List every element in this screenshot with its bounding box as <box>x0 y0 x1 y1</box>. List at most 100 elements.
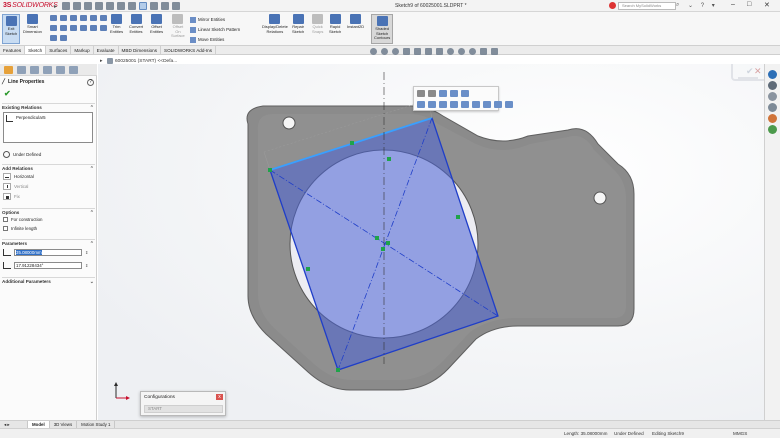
options-header[interactable]: Options ⌃ <box>2 208 95 216</box>
convert-entities-button[interactable]: Convert Entities <box>129 14 143 34</box>
additional-parameters-header[interactable]: Additional Parameters ⌄ <box>2 277 95 285</box>
options-gear-icon[interactable] <box>172 2 180 10</box>
tab-surfaces[interactable]: Surfaces <box>46 46 72 54</box>
polygon-icon[interactable] <box>100 15 107 21</box>
confirm-corner-check-icon[interactable]: ✔ <box>746 66 754 76</box>
view-palette-icon[interactable] <box>768 103 777 112</box>
offset-on-surface-button[interactable]: Offset On Surface <box>171 14 185 39</box>
display-style-icon[interactable] <box>436 48 443 55</box>
rotate-icon[interactable] <box>461 101 469 108</box>
infinite-length-checkbox[interactable] <box>3 226 8 231</box>
print-icon[interactable] <box>106 2 114 10</box>
configuration-manager-tab-icon[interactable] <box>30 66 39 74</box>
edit-appearance-icon[interactable] <box>458 48 465 55</box>
select-icon[interactable] <box>139 2 147 10</box>
construction-geometry-icon[interactable] <box>450 90 458 97</box>
circle-icon[interactable] <box>80 15 87 21</box>
display-delete-relations-button[interactable]: Display/Delete Relations <box>262 14 288 34</box>
point-icon[interactable] <box>80 25 87 31</box>
sketch-point[interactable] <box>350 141 354 145</box>
zoom-to-area-icon[interactable] <box>381 48 388 55</box>
add-relations-header[interactable]: Add Relations ⌃ <box>2 164 95 172</box>
tab-mbd-dimensions[interactable]: MBD Dimensions <box>119 46 162 54</box>
dynamic-annotation-icon[interactable] <box>414 48 421 55</box>
view-orientation-icon[interactable] <box>425 48 432 55</box>
make-horizontal-icon[interactable] <box>417 90 425 97</box>
length-spinner[interactable]: ⇕ <box>85 250 88 255</box>
fillet-icon[interactable] <box>70 25 77 31</box>
tab-solidworks-add-ins[interactable]: SOLIDWORKS Add-Ins <box>161 46 217 54</box>
relation-fix[interactable]: Fix <box>3 193 20 200</box>
feature-manager-tab-icon[interactable] <box>4 66 13 74</box>
parameters-header[interactable]: Parameters ⌃ <box>2 239 95 247</box>
mounting-hole-right[interactable] <box>593 191 607 205</box>
for-construction-option[interactable]: For construction <box>3 217 42 222</box>
tab-sketch[interactable]: Sketch <box>25 46 47 54</box>
more-tabs-icon[interactable] <box>69 66 78 74</box>
relation-horizontal[interactable]: Horizontal <box>3 173 34 180</box>
property-manager-tab-icon[interactable] <box>17 66 26 74</box>
pan-icon[interactable] <box>472 101 480 108</box>
tab-model[interactable]: Model <box>28 421 50 428</box>
zoom-to-fit-icon[interactable] <box>370 48 377 55</box>
sketch-plane-icon[interactable] <box>428 101 436 108</box>
rectangle-icon[interactable] <box>60 15 67 21</box>
rapid-sketch-button[interactable]: Rapid Sketch <box>329 14 341 34</box>
existing-relations-header[interactable]: Existing Relations ⌃ <box>2 103 95 111</box>
tab-3d-views[interactable]: 3D Views <box>50 421 78 428</box>
angle-input[interactable]: 17.91228434° <box>14 262 82 269</box>
text-icon[interactable] <box>100 25 107 31</box>
home-icon[interactable] <box>62 2 70 10</box>
normal-to-icon[interactable] <box>439 101 447 108</box>
isolate-icon[interactable] <box>483 101 491 108</box>
display-manager-tab-icon[interactable] <box>56 66 65 74</box>
chamfer-icon[interactable] <box>60 35 67 41</box>
list-item[interactable]: Perpendicular5 <box>16 115 46 120</box>
arc-icon[interactable] <box>90 15 97 21</box>
angle-spinner[interactable]: ⇕ <box>85 263 88 268</box>
graphics-area[interactable]: ✔ ✕ <box>98 64 764 420</box>
open-icon[interactable] <box>84 2 92 10</box>
tab-motion-study-1[interactable]: Motion Study 1 <box>77 421 116 428</box>
sketch-point[interactable] <box>456 215 460 219</box>
configuration-select[interactable]: START <box>144 405 223 413</box>
dimxpert-manager-tab-icon[interactable] <box>43 66 52 74</box>
new-document-icon[interactable] <box>73 2 81 10</box>
make-vertical-icon[interactable] <box>428 90 436 97</box>
solidworks-resources-icon[interactable] <box>609 2 616 9</box>
spline-icon[interactable] <box>50 25 57 31</box>
solidworks-logo[interactable]: 3SSOLIDWORKS <box>3 2 58 9</box>
move-entities-button[interactable]: Move Entities <box>190 35 240 45</box>
sketch-point[interactable] <box>386 241 390 245</box>
model-viewport[interactable]: ✔ ✕ <box>98 64 764 420</box>
more-icon[interactable] <box>505 101 513 108</box>
ok-check-icon[interactable]: ✔ <box>4 89 11 98</box>
close-configurations-button[interactable]: x <box>216 394 223 400</box>
undo-icon[interactable] <box>117 2 125 10</box>
instant2d-button[interactable]: Instant2D <box>347 14 364 30</box>
tab-markup[interactable]: Markup <box>71 46 94 54</box>
custom-properties-icon[interactable] <box>768 125 777 134</box>
sketch-point[interactable] <box>387 157 391 161</box>
tab-evaluate[interactable]: Evaluate <box>94 46 119 54</box>
mirror-entities-button[interactable]: Mirror Entities <box>190 15 240 25</box>
trim-entities-button[interactable]: Trim Entities <box>110 14 123 34</box>
smart-dimension-button[interactable]: Smart Dimension <box>23 14 42 34</box>
section-view-icon[interactable] <box>403 48 410 55</box>
help-icon[interactable]: ? <box>87 79 94 86</box>
minimize-button[interactable]: – <box>731 1 735 8</box>
title-tools[interactable]: ⌄ ? ▾ <box>688 2 718 9</box>
appearances-icon[interactable] <box>768 114 777 123</box>
sketch-point[interactable] <box>381 247 385 251</box>
mounting-hole-left[interactable] <box>282 116 296 130</box>
view-icon[interactable] <box>494 101 502 108</box>
ellipse-icon[interactable] <box>60 25 67 31</box>
previous-view-icon[interactable] <box>392 48 399 55</box>
search-icon[interactable]: ⌕ <box>676 2 679 9</box>
line-icon[interactable] <box>50 15 57 21</box>
redo-icon[interactable] <box>128 2 136 10</box>
monitor-icon[interactable] <box>491 48 498 55</box>
view-settings-icon[interactable] <box>480 48 487 55</box>
search-input[interactable]: Search MySolidWorks <box>618 2 676 10</box>
slot-icon[interactable] <box>70 15 77 21</box>
